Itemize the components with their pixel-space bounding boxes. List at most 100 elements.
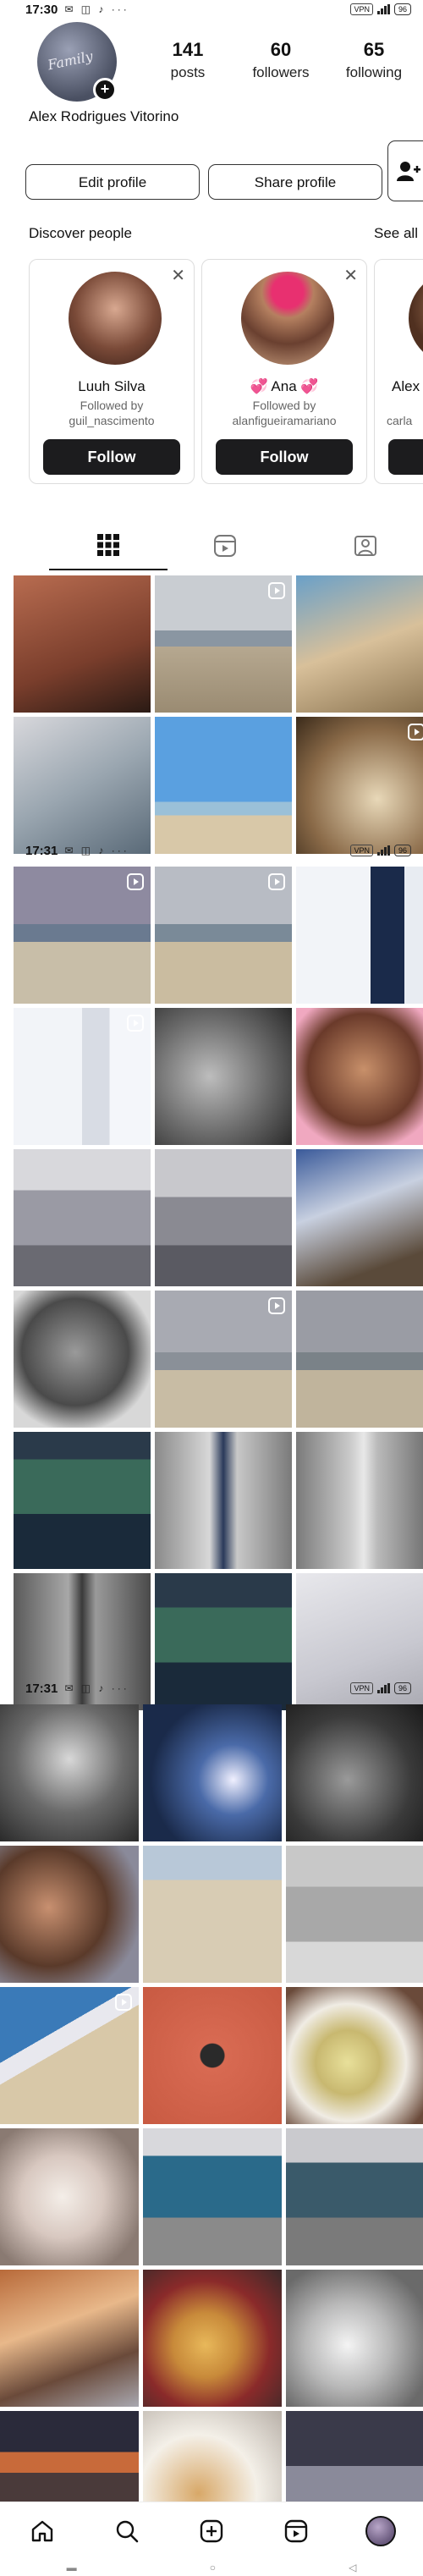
post-thumbnail[interactable]	[14, 1432, 151, 1569]
vpn-badge: VPN	[350, 3, 373, 15]
status-time: 17:30	[25, 2, 58, 17]
system-navigation-bar: ▬ ○ ◁	[0, 2559, 423, 2576]
post-thumbnail[interactable]	[286, 1704, 423, 1841]
battery-indicator: 96	[393, 3, 411, 15]
post-thumbnail[interactable]	[296, 867, 423, 1004]
post-thumbnail[interactable]	[14, 717, 151, 854]
reel-icon	[127, 1015, 144, 1032]
suggestion-mutual: guil_nascimento	[69, 414, 155, 427]
post-thumbnail[interactable]	[14, 1149, 151, 1286]
stat-posts[interactable]: 141 posts	[146, 39, 230, 81]
post-thumbnail[interactable]	[143, 2270, 282, 2407]
home-icon	[31, 2520, 53, 2541]
post-thumbnail[interactable]	[296, 1291, 423, 1428]
suggestion-followed-by: Followed by	[80, 399, 144, 412]
post-thumbnail[interactable]	[155, 717, 292, 854]
status-bar: 17:30 ✉ ◫ ♪ ··· VPN 96	[0, 0, 423, 19]
reel-icon	[268, 873, 285, 890]
post-thumbnail[interactable]	[0, 2128, 139, 2265]
suggestion-name: Luuh Silva	[78, 378, 146, 394]
notification-icons: ✉ ◫ ♪ ···	[64, 1682, 129, 1694]
bottom-navigation	[0, 2502, 423, 2559]
post-thumbnail[interactable]	[14, 1008, 151, 1145]
nav-home[interactable]	[24, 2513, 61, 2550]
stat-followers[interactable]: 60 followers	[239, 39, 323, 81]
post-thumbnail[interactable]	[155, 1432, 292, 1569]
reel-icon	[127, 873, 144, 890]
share-profile-button[interactable]: Share profile	[208, 164, 382, 200]
post-thumbnail[interactable]	[14, 867, 151, 1004]
nav-create[interactable]	[193, 2513, 230, 2550]
discover-people-button[interactable]	[387, 140, 423, 201]
post-thumbnail[interactable]	[0, 1846, 139, 1983]
create-icon	[200, 2519, 223, 2542]
post-thumbnail[interactable]	[14, 1291, 151, 1428]
profile-tabs	[0, 521, 423, 572]
suggestion-card: ✕ Luuh Silva Followed by guil_nascimento…	[29, 259, 195, 484]
suggestion-card: Alex carla	[374, 259, 423, 484]
follow-button[interactable]: Follow	[216, 439, 353, 475]
signal-icon	[376, 4, 390, 14]
home-button-icon[interactable]: ○	[210, 2562, 216, 2573]
follow-button[interactable]: Follow	[43, 439, 180, 475]
nav-search[interactable]	[108, 2513, 146, 2550]
dismiss-icon[interactable]: ✕	[171, 265, 185, 286]
signal-icon	[376, 1683, 390, 1693]
suggestion-mutual: carla	[387, 414, 413, 427]
back-icon[interactable]: ◁	[349, 2562, 356, 2573]
posts-grid	[14, 867, 423, 1710]
nav-profile[interactable]	[362, 2513, 399, 2550]
followers-label: followers	[252, 64, 310, 80]
status-bar: 17:31 ✉ ◫ ♪ ··· VPN 96	[0, 841, 423, 860]
tab-tagged[interactable]	[306, 521, 423, 570]
battery-indicator: 96	[393, 1682, 411, 1694]
tab-grid[interactable]	[49, 521, 168, 570]
post-thumbnail[interactable]	[286, 2128, 423, 2265]
following-label: following	[345, 64, 403, 80]
post-thumbnail[interactable]	[286, 1987, 423, 2124]
search-icon	[116, 2520, 139, 2542]
reels-icon	[284, 2519, 308, 2542]
profile-screen: 17:30 ✉ ◫ ♪ ··· VPN 96 Family + 141 post…	[0, 0, 423, 2576]
follow-button[interactable]	[388, 439, 423, 475]
suggestion-avatar[interactable]	[69, 272, 162, 365]
suggestion-avatar[interactable]	[409, 272, 423, 365]
tagged-icon	[354, 536, 376, 556]
post-thumbnail[interactable]	[155, 1008, 292, 1145]
post-thumbnail[interactable]	[143, 1846, 282, 1983]
status-time: 17:31	[25, 843, 58, 858]
post-thumbnail[interactable]	[296, 1008, 423, 1145]
post-thumbnail[interactable]	[143, 1704, 282, 1841]
suggestion-mutual: alanfigueiramariano	[232, 414, 337, 427]
post-thumbnail[interactable]	[296, 575, 423, 713]
post-thumbnail[interactable]	[14, 575, 151, 713]
dismiss-icon[interactable]: ✕	[343, 265, 358, 286]
suggestion-followed-by: Followed by	[252, 399, 316, 412]
post-thumbnail[interactable]	[155, 867, 292, 1004]
post-thumbnail[interactable]	[286, 1846, 423, 1983]
stat-following[interactable]: 65 following	[332, 39, 416, 81]
post-thumbnail[interactable]	[143, 1987, 282, 2124]
post-thumbnail[interactable]	[296, 1149, 423, 1286]
post-thumbnail[interactable]	[0, 1987, 139, 2124]
post-thumbnail[interactable]	[143, 2128, 282, 2265]
post-thumbnail[interactable]	[286, 2270, 423, 2407]
status-time: 17:31	[25, 1681, 58, 1696]
post-thumbnail[interactable]	[296, 1432, 423, 1569]
edit-profile-button[interactable]: Edit profile	[25, 164, 200, 200]
nav-reels[interactable]	[277, 2513, 315, 2550]
posts-count: 141	[172, 39, 204, 60]
recents-icon[interactable]: ▬	[67, 2562, 77, 2573]
post-thumbnail[interactable]	[0, 1704, 139, 1841]
tab-reels[interactable]	[166, 521, 284, 570]
signal-icon	[376, 845, 390, 856]
post-thumbnail[interactable]	[296, 717, 423, 854]
post-thumbnail[interactable]	[155, 1149, 292, 1286]
add-story-icon[interactable]: +	[93, 78, 117, 102]
post-thumbnail[interactable]	[155, 1291, 292, 1428]
see-all-link[interactable]: See all	[374, 225, 418, 242]
post-thumbnail[interactable]	[0, 2270, 139, 2407]
suggestion-avatar[interactable]	[241, 272, 334, 365]
notification-icons: ✉ ◫ ♪ ···	[64, 3, 129, 15]
post-thumbnail[interactable]	[155, 575, 292, 713]
